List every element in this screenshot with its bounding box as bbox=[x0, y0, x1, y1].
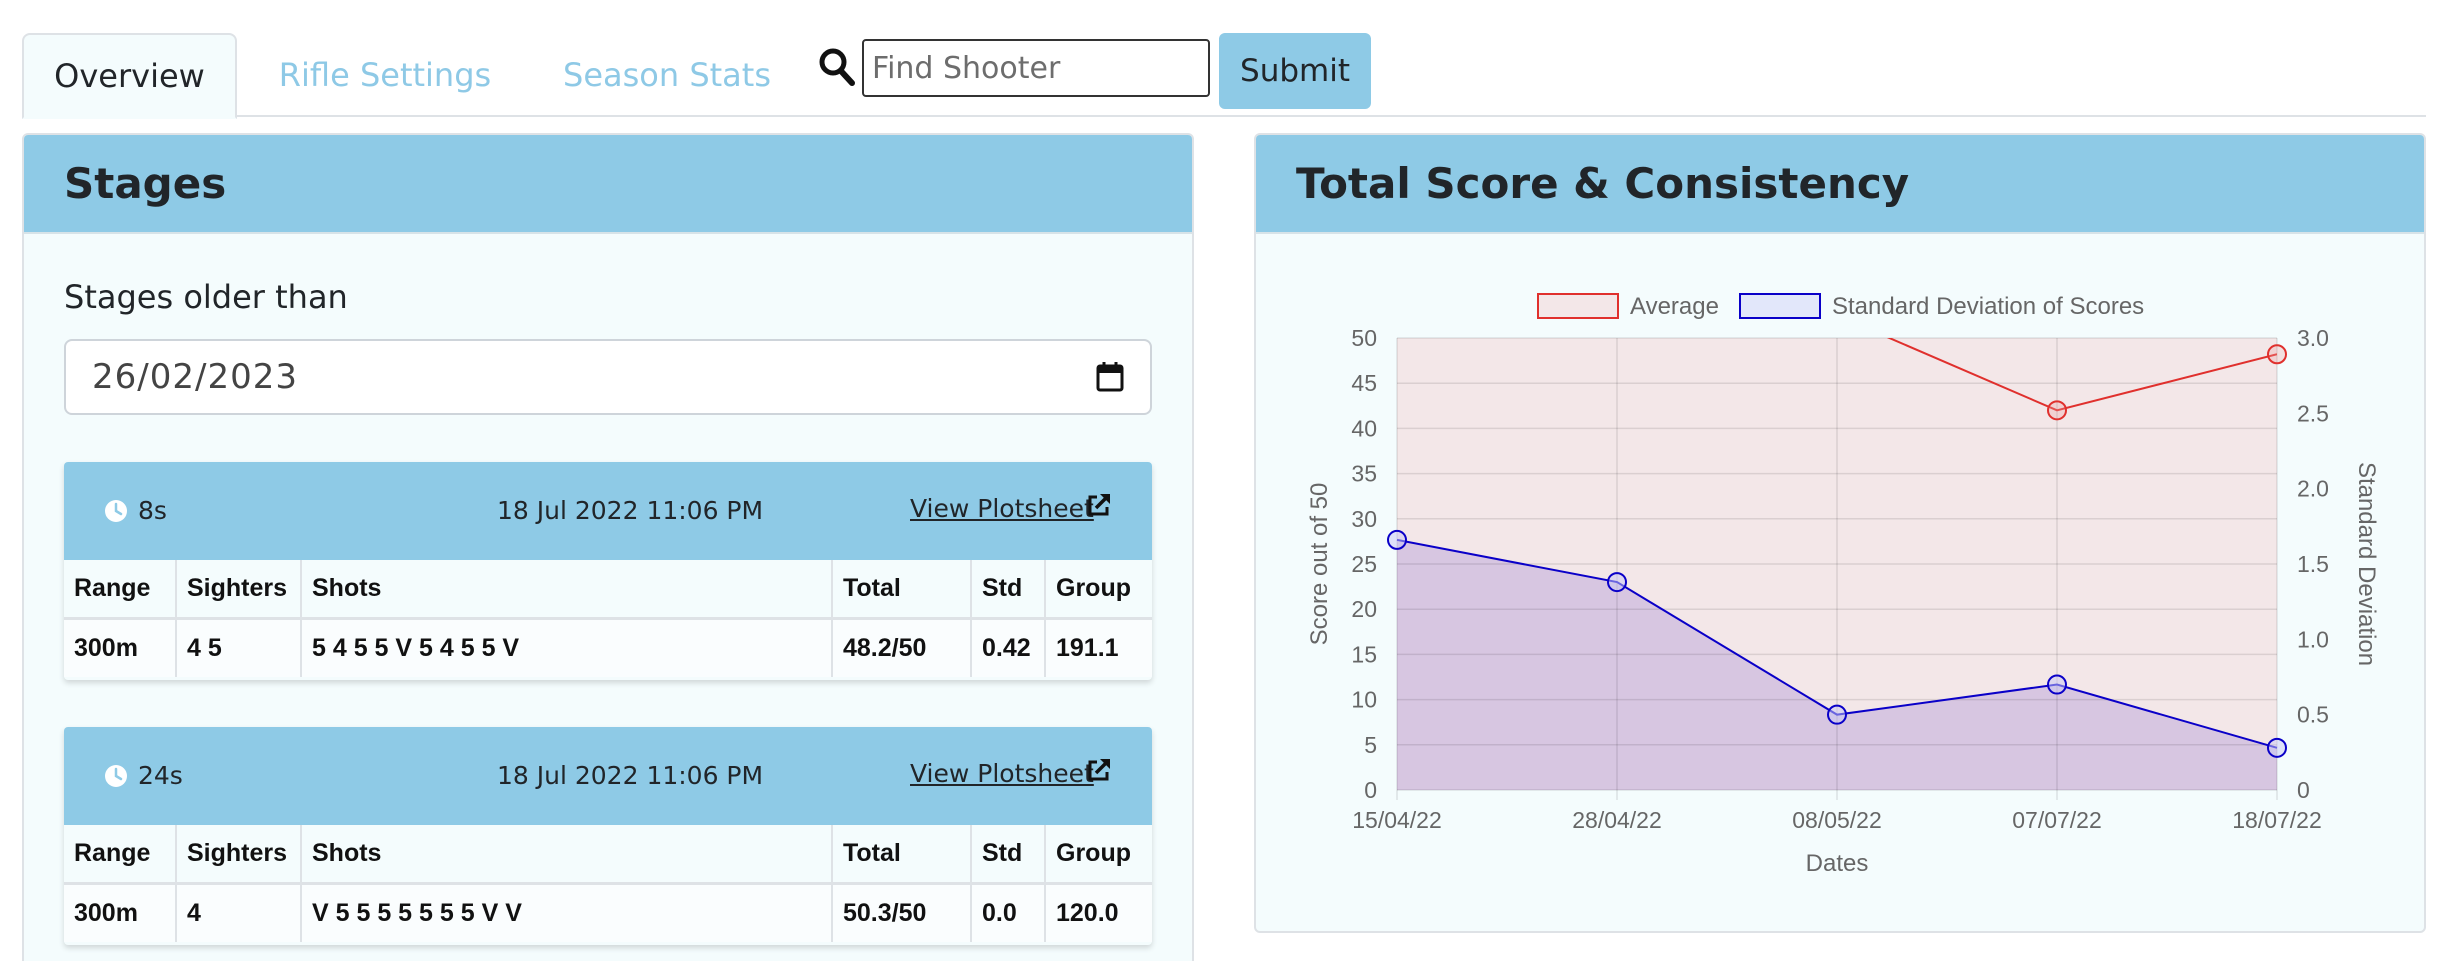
x-tick-label: 07/07/22 bbox=[2012, 807, 2102, 833]
stage-table: Range Sighters Shots Total Std Group 300… bbox=[64, 825, 1152, 942]
y-tick-label: 35 bbox=[1351, 461, 1377, 487]
y-tick-label: 30 bbox=[1351, 506, 1377, 532]
stage-card-header: 8s 18 Jul 2022 11:06 PM View Plotsheet bbox=[64, 462, 1152, 560]
y-tick-label: 25 bbox=[1351, 551, 1377, 577]
x-tick-label: 28/04/22 bbox=[1572, 807, 1662, 833]
table-header-row: Range Sighters Shots Total Std Group bbox=[64, 825, 1152, 885]
cell-std: 0.42 bbox=[971, 618, 1046, 677]
y2-tick-label: 1.0 bbox=[2297, 626, 2329, 652]
cell-total: 50.3/50 bbox=[832, 883, 972, 942]
filter-label: Stages older than bbox=[64, 278, 348, 316]
search-input[interactable] bbox=[862, 39, 1210, 97]
chart-title: Total Score & Consistency bbox=[1296, 159, 1910, 208]
col-header-sighters: Sighters bbox=[176, 825, 302, 885]
y2-axis-label: Standard Deviation bbox=[2353, 462, 2380, 666]
col-header-total: Total bbox=[832, 825, 972, 885]
y-tick-label: 40 bbox=[1351, 415, 1377, 441]
cell-total: 48.2/50 bbox=[832, 618, 972, 677]
x-tick-label: 15/04/22 bbox=[1352, 807, 1442, 833]
search-icon[interactable] bbox=[819, 48, 855, 88]
y-tick-label: 15 bbox=[1351, 641, 1377, 667]
col-header-range: Range bbox=[64, 560, 177, 620]
stage-datetime: 18 Jul 2022 11:06 PM bbox=[497, 496, 764, 525]
y-tick-label: 5 bbox=[1364, 732, 1377, 758]
stage-card: 8s 18 Jul 2022 11:06 PM View Plotsheet R… bbox=[64, 462, 1152, 680]
cell-shots: 5 4 5 5 V 5 4 5 5 V bbox=[301, 618, 833, 677]
y-tick-label: 45 bbox=[1351, 370, 1377, 396]
cell-std: 0.0 bbox=[971, 883, 1046, 942]
col-header-sighters: Sighters bbox=[176, 560, 302, 620]
chart-header: Total Score & Consistency bbox=[1256, 135, 2424, 234]
y-tick-label: 50 bbox=[1351, 325, 1377, 351]
legend-label-average: Average bbox=[1630, 293, 1719, 320]
table-row: 300m 4 5 5 4 5 5 V 5 4 5 5 V 48.2/50 0.4… bbox=[64, 618, 1152, 677]
col-header-total: Total bbox=[832, 560, 972, 620]
y2-tick-label: 3.0 bbox=[2297, 325, 2329, 351]
cell-shots: V 5 5 5 5 5 5 5 V V bbox=[301, 883, 833, 942]
cell-sighters: 4 bbox=[176, 883, 302, 942]
date-filter-input[interactable]: 26/02/2023 bbox=[64, 339, 1152, 415]
stage-card: 24s 18 Jul 2022 11:06 PM View Plotsheet … bbox=[64, 727, 1152, 945]
cell-group: 120.0 bbox=[1045, 883, 1152, 942]
external-link-icon[interactable] bbox=[1086, 492, 1112, 518]
y2-tick-label: 2.0 bbox=[2297, 476, 2329, 502]
external-link-icon[interactable] bbox=[1086, 757, 1112, 783]
legend-label-std: Standard Deviation of Scores bbox=[1832, 293, 2144, 320]
col-header-std: Std bbox=[971, 560, 1046, 620]
cell-range: 300m bbox=[64, 618, 177, 677]
cell-sighters: 4 5 bbox=[176, 618, 302, 677]
submit-button[interactable]: Submit bbox=[1219, 33, 1371, 109]
x-tick-label: 08/05/22 bbox=[1792, 807, 1882, 833]
tab-rifle-settings[interactable]: Rifle Settings bbox=[260, 33, 510, 117]
stages-panel: Stages Stages older than 26/02/2023 8s 1… bbox=[22, 133, 1194, 961]
score-consistency-chart: Average Standard Deviation of Scores 0 5 10 1… bbox=[1306, 293, 2380, 877]
stage-duration: 8s bbox=[138, 496, 167, 525]
y2-tick-label: 0.5 bbox=[2297, 702, 2329, 728]
clock-icon bbox=[105, 500, 127, 522]
table-row: 300m 4 V 5 5 5 5 5 5 5 V V 50.3/50 0.0 1… bbox=[64, 883, 1152, 942]
y-tick-label: 20 bbox=[1351, 596, 1377, 622]
y-tick-label: 10 bbox=[1351, 687, 1377, 713]
date-filter-value[interactable]: 26/02/2023 bbox=[92, 357, 1096, 397]
stages-header: Stages bbox=[24, 135, 1192, 234]
cell-range: 300m bbox=[64, 883, 177, 942]
stage-datetime: 18 Jul 2022 11:06 PM bbox=[497, 761, 764, 790]
average-point bbox=[2267, 344, 2287, 365]
std-point bbox=[2267, 737, 2287, 758]
col-header-std: Std bbox=[971, 825, 1046, 885]
tab-season-stats[interactable]: Season Stats bbox=[532, 33, 802, 117]
view-plotsheet-link[interactable]: View Plotsheet bbox=[910, 759, 1094, 788]
y-tick-label: 0 bbox=[1364, 777, 1377, 803]
table-header-row: Range Sighters Shots Total Std Group bbox=[64, 560, 1152, 620]
x-axis-label: Dates bbox=[1806, 850, 1869, 877]
stages-title: Stages bbox=[64, 159, 227, 208]
nav-bar: Overview Rifle Settings Season Stats Sub… bbox=[22, 33, 2426, 119]
x-tick-label: 18/07/22 bbox=[2232, 807, 2322, 833]
col-header-range: Range bbox=[64, 825, 177, 885]
col-header-group: Group bbox=[1045, 560, 1152, 620]
y2-tick-label: 2.5 bbox=[2297, 400, 2329, 426]
calendar-icon[interactable] bbox=[1096, 362, 1124, 392]
col-header-group: Group bbox=[1045, 825, 1152, 885]
stage-duration: 24s bbox=[138, 761, 183, 790]
chart-panel: Total Score & Consistency Average Standar… bbox=[1254, 133, 2426, 933]
y-axis-label: Score out of 50 bbox=[1306, 483, 1333, 646]
col-header-shots: Shots bbox=[301, 825, 833, 885]
clock-icon bbox=[105, 765, 127, 787]
tab-overview[interactable]: Overview bbox=[22, 33, 237, 119]
stage-table: Range Sighters Shots Total Std Group 300… bbox=[64, 560, 1152, 677]
y2-tick-label: 1.5 bbox=[2297, 551, 2329, 577]
legend-swatch-average bbox=[1537, 293, 1619, 319]
y2-tick-label: 0 bbox=[2297, 777, 2310, 803]
view-plotsheet-link[interactable]: View Plotsheet bbox=[910, 494, 1094, 523]
col-header-shots: Shots bbox=[301, 560, 833, 620]
std-point bbox=[1607, 572, 1627, 593]
average-point bbox=[2047, 400, 2067, 421]
legend-swatch-std bbox=[1739, 293, 1821, 319]
std-point bbox=[1387, 529, 1407, 550]
std-point bbox=[1827, 704, 1847, 725]
cell-group: 191.1 bbox=[1045, 618, 1152, 677]
stage-card-header: 24s 18 Jul 2022 11:06 PM View Plotsheet bbox=[64, 727, 1152, 825]
std-point bbox=[2047, 674, 2067, 695]
